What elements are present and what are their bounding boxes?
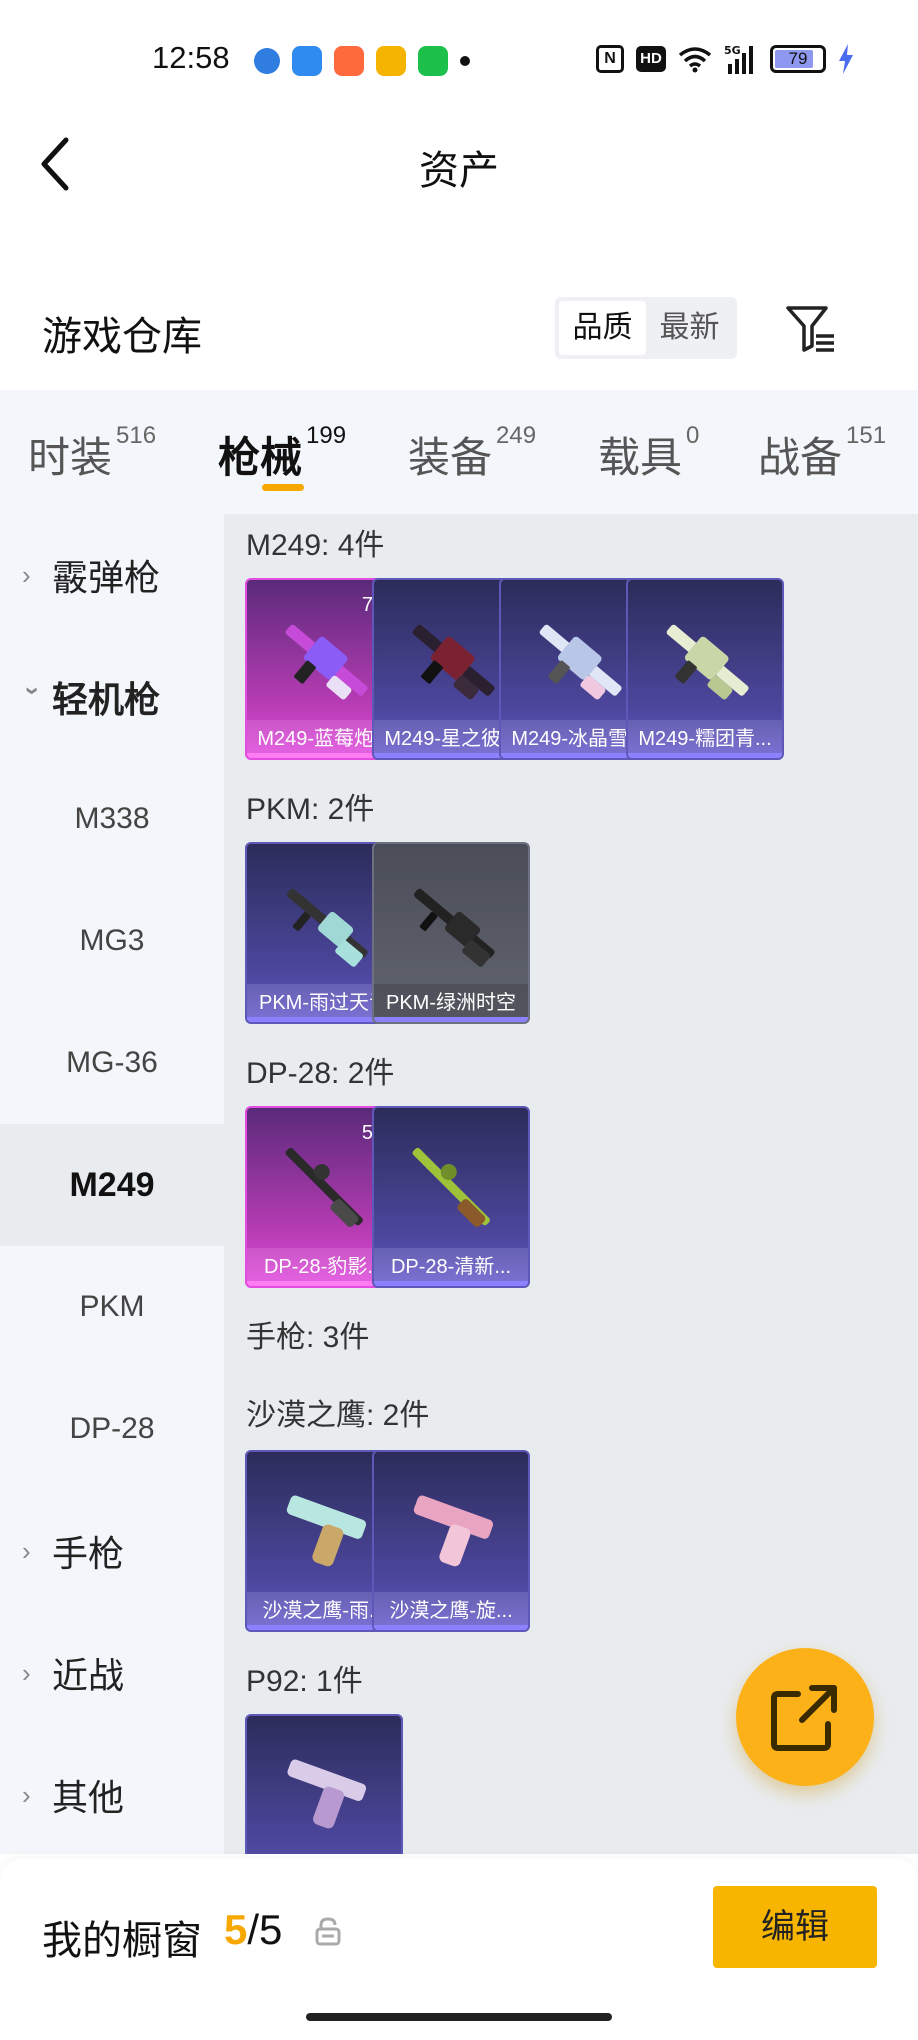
home-indicator[interactable] bbox=[306, 2013, 612, 2021]
machine-gun-icon bbox=[285, 624, 368, 700]
edit-button[interactable]: 编辑 bbox=[713, 1886, 877, 1968]
active-tab-indicator bbox=[262, 484, 304, 491]
app-notification-icon bbox=[292, 46, 322, 76]
share-icon bbox=[771, 1685, 837, 1751]
rifle-icon bbox=[412, 1147, 490, 1227]
weapon-card[interactable]: M249-糯团青... bbox=[626, 578, 784, 760]
tab-firearms[interactable]: 枪械 199 bbox=[218, 422, 346, 485]
weapon-card[interactable]: 沙漠之鹰-旋... bbox=[372, 1450, 530, 1632]
pistol-icon bbox=[287, 1759, 367, 1829]
more-notifications-icon bbox=[460, 56, 470, 66]
sidebar-group-pistol[interactable]: › 手枪 bbox=[0, 1490, 224, 1612]
sort-quality-option[interactable]: 品质 bbox=[559, 301, 646, 355]
sidebar-item-m249[interactable]: M249 bbox=[0, 1124, 224, 1246]
pistol-icon bbox=[286, 1495, 367, 1567]
group-label-pkm: PKM: 2件 bbox=[246, 793, 375, 826]
tab-equipment[interactable]: 装备 249 bbox=[408, 422, 536, 485]
group-label-deagle: 沙漠之鹰: 2件 bbox=[246, 1399, 430, 1432]
sidebar-item-mg3[interactable]: MG3 bbox=[0, 880, 224, 1002]
chevron-right-icon: › bbox=[22, 1779, 31, 1810]
sort-newest-option[interactable]: 最新 bbox=[646, 301, 733, 355]
showcase-count: 5/5 bbox=[224, 1906, 283, 1953]
sort-toggle: 品质 最新 bbox=[555, 297, 737, 359]
notification-icons bbox=[254, 46, 470, 76]
category-tabs: 时装 516 枪械 199 装备 249 载具 0 战备 151 bbox=[0, 390, 918, 514]
machine-gun-icon bbox=[412, 624, 495, 700]
showcase-bar: 我的橱窗 5/5 编辑 bbox=[0, 1858, 918, 2040]
rarity-bar bbox=[374, 1625, 528, 1630]
chevron-right-icon: › bbox=[22, 1657, 31, 1688]
group-label-pistol: 手枪: 3件 bbox=[246, 1321, 370, 1354]
warehouse-title: 游戏仓库 bbox=[42, 315, 202, 359]
svg-text:5G: 5G bbox=[724, 44, 741, 57]
showcase-title: 我的橱窗 bbox=[42, 1919, 202, 1963]
battery-icon: 79 bbox=[770, 45, 826, 73]
machine-gun-icon bbox=[539, 624, 622, 700]
sidebar-group-lmg[interactable]: › 轻机枪 bbox=[0, 636, 224, 758]
game-notification-icon bbox=[334, 46, 364, 76]
wallet-notification-icon bbox=[376, 46, 406, 76]
lock-icon bbox=[315, 1917, 341, 1946]
app-notification-icon bbox=[254, 48, 280, 74]
weapon-card[interactable]: PKM-绿洲时空 bbox=[372, 842, 530, 1024]
hd-icon: HD bbox=[636, 46, 666, 72]
tab-gear[interactable]: 战备 151 bbox=[758, 422, 886, 485]
sidebar-item-mg36[interactable]: MG-36 bbox=[0, 1002, 224, 1124]
nfc-icon: N bbox=[596, 45, 624, 73]
chevron-down-icon: › bbox=[18, 686, 49, 695]
charging-icon bbox=[839, 44, 853, 74]
group-label-m249: M249: 4件 bbox=[246, 529, 385, 562]
machine-gun-icon bbox=[666, 624, 749, 700]
chevron-right-icon: › bbox=[22, 1535, 31, 1566]
weapon-card[interactable]: DP-28-清新... bbox=[372, 1106, 530, 1288]
weapon-type-sidebar: › 霰弹枪 › 轻机枪 M338 MG3 MG-36 M249 PKM DP-28 … bbox=[0, 514, 224, 1854]
status-bar: 12:58 N HD 5G 79 bbox=[0, 0, 918, 120]
wifi-icon bbox=[678, 47, 712, 73]
tab-costume[interactable]: 时装 516 bbox=[28, 422, 156, 485]
sidebar-group-other[interactable]: › 其他 bbox=[0, 1734, 224, 1856]
group-label-p92: P92: 1件 bbox=[246, 1665, 363, 1698]
weapon-card[interactable] bbox=[245, 1714, 403, 1854]
rifle-icon bbox=[285, 1147, 363, 1227]
chevron-right-icon: › bbox=[22, 559, 31, 590]
tab-vehicles[interactable]: 载具 0 bbox=[598, 422, 699, 485]
system-status: N HD 5G 79 bbox=[596, 44, 854, 74]
sidebar-group-melee[interactable]: › 近战 bbox=[0, 1612, 224, 1734]
signal-icon: 5G bbox=[724, 44, 753, 74]
filter-icon[interactable] bbox=[784, 302, 838, 356]
group-label-dp28: DP-28: 2件 bbox=[246, 1057, 395, 1090]
rarity-bar bbox=[374, 1017, 528, 1022]
sidebar-group-shotgun[interactable]: › 霰弹枪 bbox=[0, 514, 224, 636]
warehouse-header: 游戏仓库 品质 最新 bbox=[0, 290, 918, 380]
machine-gun-icon bbox=[413, 888, 495, 967]
top-nav: 资产 bbox=[0, 120, 918, 210]
sidebar-item-m338[interactable]: M338 bbox=[0, 758, 224, 880]
share-fab-button[interactable] bbox=[736, 1648, 874, 1786]
rarity-bar bbox=[628, 753, 782, 758]
sidebar-item-pkm[interactable]: PKM bbox=[0, 1246, 224, 1368]
rarity-bar bbox=[374, 1281, 528, 1286]
sidebar-item-dp28[interactable]: DP-28 bbox=[0, 1368, 224, 1490]
pistol-icon bbox=[413, 1495, 494, 1567]
status-time: 12:58 bbox=[152, 40, 230, 75]
machine-gun-icon bbox=[286, 888, 368, 967]
app-notification-icon bbox=[418, 46, 448, 76]
page-title: 资产 bbox=[419, 149, 499, 193]
